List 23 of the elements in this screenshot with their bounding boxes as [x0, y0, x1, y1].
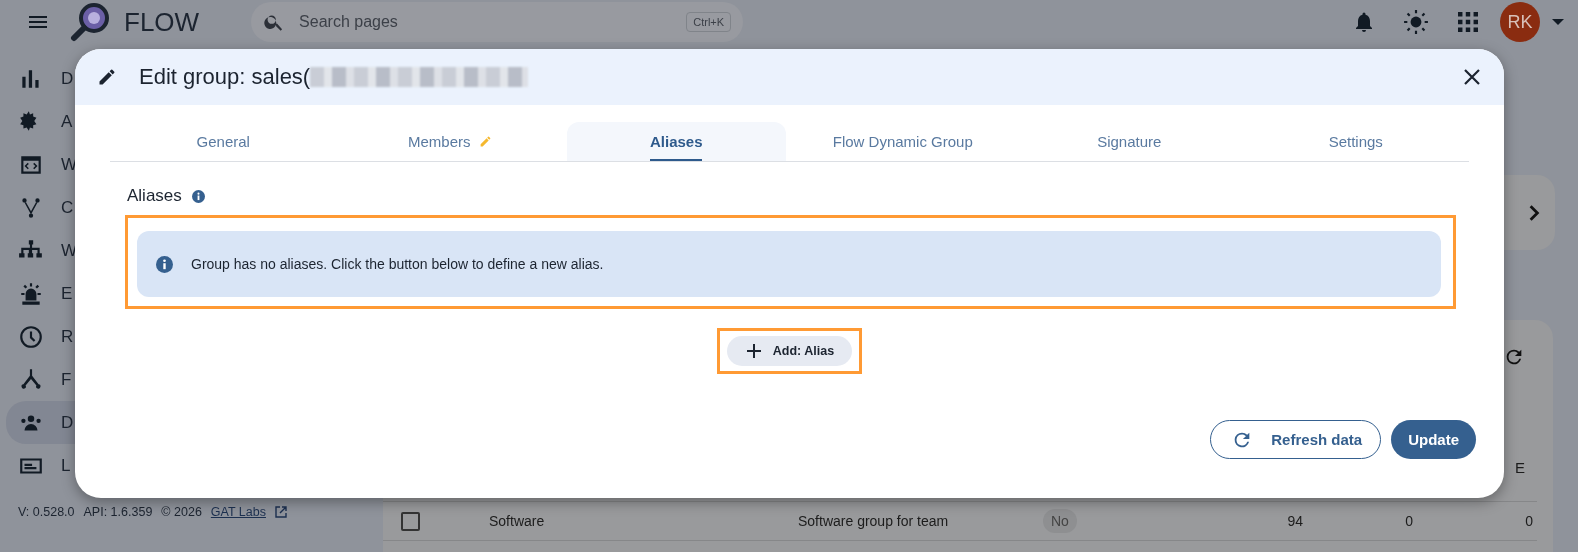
- shortcut-hint: Ctrl+K: [686, 12, 732, 32]
- sidebar-label: E: [61, 283, 73, 304]
- sidebar-label: L: [61, 455, 71, 476]
- table-cell-text: Software group for team: [798, 513, 950, 529]
- info-alert: Group has no aliases. Click the button below to define a new alias.: [137, 231, 1441, 297]
- sidebar-label: D: [61, 68, 74, 89]
- table-cell-text: 0: [1524, 513, 1533, 529]
- sidebar-label: F: [61, 369, 72, 390]
- status-chip: No: [1043, 509, 1077, 533]
- section-title: Aliases: [127, 186, 182, 206]
- sidebar-label: D: [61, 412, 74, 433]
- table-cell-text: 94: [1286, 513, 1303, 529]
- sidebar-label: R: [61, 326, 74, 347]
- column-header: E: [1515, 459, 1525, 476]
- api-version-text: API: 1.6.359: [83, 505, 153, 519]
- sidebar-label: C: [61, 197, 74, 218]
- dialog-title: Edit group: sales(: [139, 64, 311, 90]
- version-text: V: 0.528.0: [18, 505, 75, 519]
- table-cell-text: 0: [1404, 513, 1413, 529]
- app-name: FLOW: [124, 6, 200, 38]
- copyright-text: © 2026: [161, 505, 202, 519]
- sidebar-label: A: [61, 111, 73, 132]
- table-cell-text: Software: [488, 513, 546, 529]
